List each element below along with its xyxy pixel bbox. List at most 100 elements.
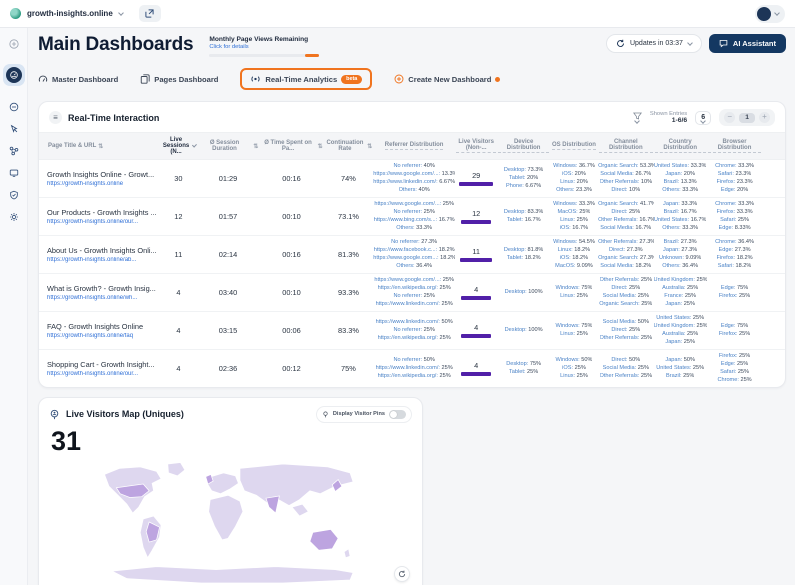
refresh-icon: [398, 571, 406, 578]
chevron-down-icon[interactable]: [117, 9, 124, 16]
device-distribution-cell: Desktop: 100%: [497, 286, 550, 299]
filter-button[interactable]: [632, 112, 642, 124]
tab-pages-dashboard[interactable]: Pages Dashboard: [140, 74, 218, 84]
live-visitors-map-card: Live Visitors Map (Uniques) Display Visi…: [38, 396, 423, 585]
column-header-live-sessions-n-[interactable]: Live Sessions (N...: [160, 133, 197, 159]
distribution-line: Others: 36.4%: [396, 262, 433, 269]
distribution-line: United Kingdom: 25%: [653, 322, 707, 329]
live-visitors-value: 4: [474, 284, 479, 294]
table-row[interactable]: Shopping Cart - Growth Insight... https:/…: [39, 350, 785, 387]
sidebar-item-dashboards[interactable]: [2, 64, 25, 86]
column-header-continuation-rate[interactable]: Continuation Rate ⇅: [324, 136, 374, 156]
tab-real-time-analytics[interactable]: Real-Time Analytics beta: [240, 68, 373, 90]
tab-create-new-dashboard[interactable]: Create New Dashboard: [394, 74, 501, 84]
distribution-line: Edge: 75%: [720, 284, 749, 291]
country-distribution-cell: Japan: 50% United States: 25% Brazil: 25%: [654, 354, 707, 383]
os-distribution-cell: Windows: 54.5% Linux: 18.2% iOS: 18.2% MacO…: [550, 236, 598, 273]
notification-dot: [495, 76, 501, 82]
distribution-line: iOS: 18.2%: [559, 254, 589, 261]
world-map-area: [39, 456, 422, 585]
chevron-down-icon: [687, 39, 693, 46]
visitor-pins-toggle[interactable]: [389, 409, 406, 419]
tab-master-dashboard[interactable]: Master Dashboard: [38, 74, 118, 84]
unique-visitors-count: 31: [51, 425, 82, 456]
distribution-line: Chrome: 33.3%: [715, 200, 754, 207]
page-title-cell: Growth Insights Online - Growt... https:/…: [47, 170, 160, 187]
distribution-line: Safari: 18.2%: [717, 262, 752, 269]
distribution-line: Windows: 33.3%: [553, 200, 595, 207]
shown-entries: Shown Entries 1-6/6: [650, 111, 687, 124]
distribution-line: https://www.facebook.c...: 18.2%: [373, 246, 455, 253]
distribution-line: Direct: 25%: [611, 284, 641, 291]
column-header--time-spent-on-pa-[interactable]: Ø Time Spent on Pa... ⇅: [259, 136, 323, 156]
table-row[interactable]: About Us - Growth Insights Onli... https:…: [39, 236, 785, 274]
quota-details-link[interactable]: Click for details: [209, 44, 319, 50]
column-label: Live Sessions (N...: [162, 137, 190, 155]
page-title-text: FAQ - Growth Insights Online: [47, 321, 144, 331]
map-refresh-button[interactable]: [394, 566, 410, 583]
live-sessions-value: 12: [174, 211, 183, 221]
distribution-line: United States: 33.3%: [653, 163, 707, 169]
sidebar-item-settings[interactable]: [8, 211, 19, 222]
table-row[interactable]: Growth Insights Online - Growt... https:/…: [39, 160, 785, 198]
external-link-icon: [145, 9, 154, 18]
card-menu-icon[interactable]: ≡: [49, 111, 62, 124]
os-distribution-cell: Windows: 36.7% iOS: 20% Linux: 20% Others: …: [550, 160, 598, 197]
tab-label: Real-Time Analytics: [265, 74, 338, 84]
referrer-distribution-cell: https://www.linkedin.com/: 50% No referre…: [373, 316, 455, 345]
distribution-line: Social Media: 18.2%: [600, 262, 652, 269]
table-row[interactable]: What is Growth? - Growth Insig... https:/…: [39, 274, 785, 312]
sidebar-item-behavior[interactable]: [8, 123, 19, 134]
page-url-link[interactable]: https://growth-insights.online/faq: [47, 333, 160, 339]
sort-icon[interactable]: ⇅: [98, 143, 103, 150]
page-size-select[interactable]: 6: [695, 110, 712, 125]
page-url-link[interactable]: https://growth-insights.online/our...: [47, 371, 160, 377]
referrer-distribution-cell: No referrer: 40% https://www.google.com/.…: [373, 160, 455, 197]
account-menu[interactable]: [755, 4, 785, 23]
sidebar-expand-icon[interactable]: [8, 38, 19, 49]
distribution-line: Windows: 75%: [555, 284, 593, 291]
table-row[interactable]: Our Products - Growth Insights ... https:…: [39, 198, 785, 236]
session-duration-value: 03:40: [218, 287, 238, 297]
open-external-button[interactable]: [138, 5, 161, 22]
sidebar-item-sessions[interactable]: [8, 167, 19, 178]
sidebar-item-privacy[interactable]: [8, 189, 19, 200]
updates-dropdown[interactable]: Updates in 03:37: [605, 34, 702, 53]
distribution-line: No referrer: 50%: [393, 356, 435, 363]
sidebar-item-reports[interactable]: [8, 101, 19, 112]
dashboard-icon: [9, 71, 18, 79]
page-url-link[interactable]: https://growth-insights.online/our...: [47, 219, 160, 225]
distribution-line: https://en.wikipedia.org/: 25%: [377, 284, 451, 291]
next-page-button[interactable]: +: [759, 112, 770, 123]
page-url-link[interactable]: https://growth-insights.online/wh...: [47, 295, 160, 301]
page-url-link[interactable]: https://growth-insights.online: [47, 181, 160, 187]
distribution-line: https://www.linkedin.com/: 25%: [375, 364, 453, 371]
prev-page-button[interactable]: −: [724, 112, 736, 123]
table-body: Growth Insights Online - Growt... https:/…: [39, 160, 785, 387]
sidebar-item-funnels[interactable]: [8, 145, 19, 156]
sort-icon[interactable]: ⇅: [367, 143, 372, 150]
ai-assistant-button[interactable]: AI Assistant: [708, 34, 786, 53]
person-pin-icon: [49, 409, 60, 420]
distribution-line: Windows: 50%: [555, 356, 593, 363]
sort-icon[interactable]: ⇅: [318, 143, 323, 150]
distribution-line: Direct: 50%: [611, 356, 641, 363]
live-sessions-value: 4: [176, 325, 181, 335]
visitor-pins-toggle-group[interactable]: Display Visitor Pins: [315, 405, 412, 423]
quota-widget[interactable]: Monthly Page Views Remaining Click for d…: [209, 36, 320, 57]
continuation-rate-value: 81.3%: [337, 249, 359, 259]
distribution-line: Safari: 25%: [720, 216, 750, 223]
column-header--session-duration[interactable]: Ø Session Duration ⇅: [197, 136, 260, 156]
channel-distribution-cell: Social Media: 50% Direct: 25% Other Referr…: [598, 316, 653, 345]
distribution-line: https://www.google.com/...: 13.3%: [373, 170, 455, 177]
distribution-line: Organic Search: 53.3%: [598, 163, 653, 169]
table-row[interactable]: FAQ - Growth Insights Online https://grow…: [39, 312, 785, 350]
time-on-page-value: 00:16: [282, 173, 301, 183]
live-visitors-cell: 4: [455, 323, 497, 338]
sort-icon[interactable]: ⇅: [253, 143, 258, 150]
device-distribution-cell: Desktop: 81.8% Tablet: 18.2%: [497, 244, 550, 265]
os-distribution-cell: Windows: 33.3% MacOS: 25% Linux: 25% iOS: 1…: [550, 198, 598, 235]
site-name[interactable]: growth-insights.online: [27, 9, 113, 18]
page-url-link[interactable]: https://growth-insights.online/ab...: [47, 257, 160, 263]
column-header-page-title-url[interactable]: Page Title & URL ⇅: [47, 139, 160, 154]
